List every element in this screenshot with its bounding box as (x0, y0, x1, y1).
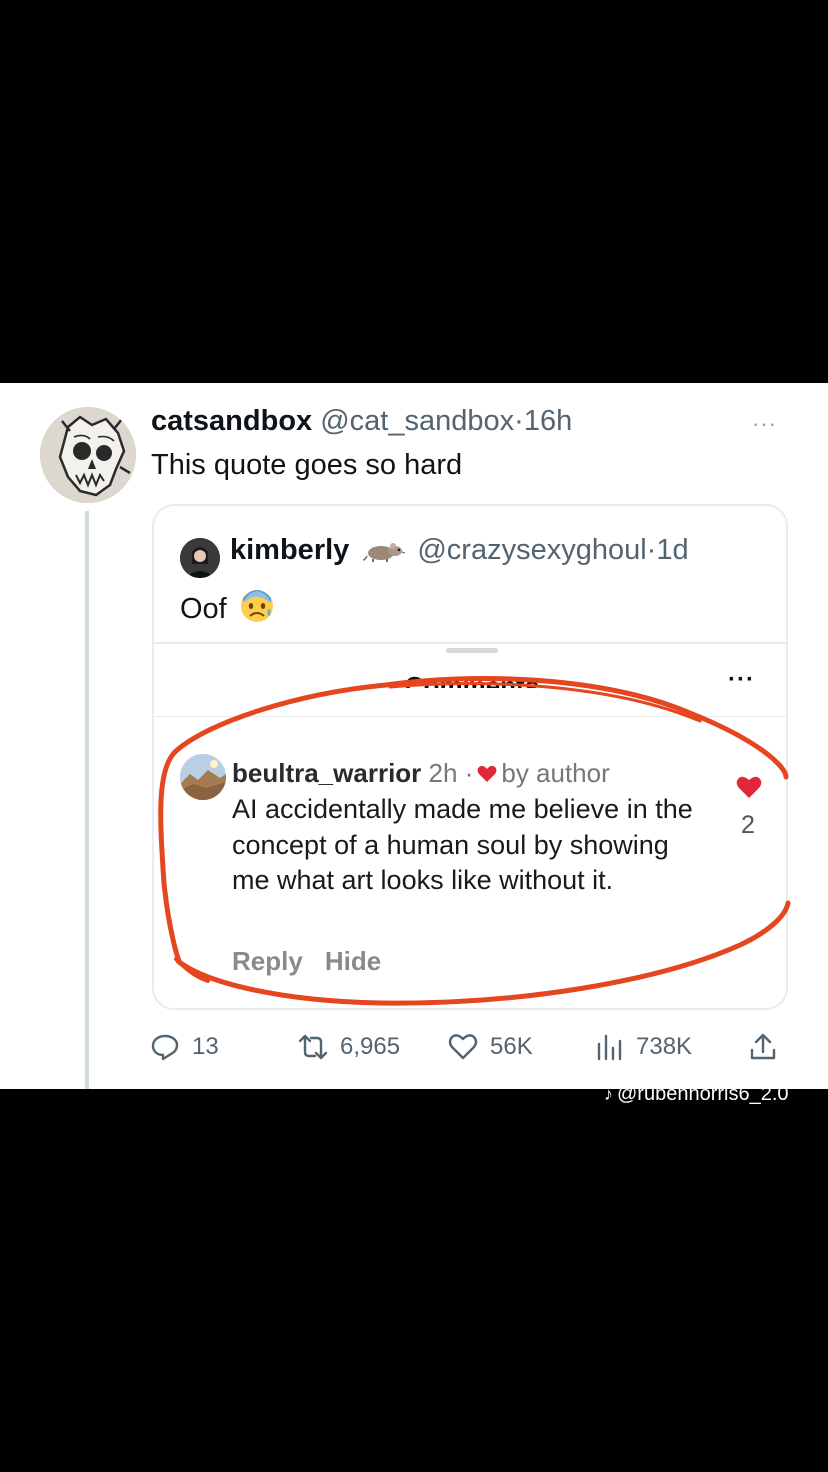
commenter-avatar (180, 754, 226, 800)
comment-like-count: 2 (741, 811, 755, 839)
quote-handle[interactable]: @crazysexyghoul (417, 534, 646, 566)
comment-reply-label: Reply (232, 946, 303, 976)
comment-hide-label: Hide (324, 946, 382, 976)
sheet-handle (446, 648, 498, 653)
rat-emoji-icon (363, 543, 406, 563)
quote-header: kimberly @crazysexyghoul·1d (230, 534, 689, 567)
reply-button[interactable]: 13 (150, 1029, 219, 1065)
anxious-face-emoji-icon (240, 590, 273, 622)
quote-display-name[interactable]: kimberly (230, 534, 349, 566)
timestamp[interactable]: 16h (524, 405, 572, 437)
comment-header: beultra_warrior 2h · by author (232, 758, 610, 789)
comments-more-icon: ··· (728, 666, 755, 693)
comment-username: beultra_warrior (232, 758, 422, 788)
top-black-bar (0, 0, 828, 383)
landscape-avatar-icon (180, 754, 226, 800)
like-count: 56K (490, 1033, 533, 1060)
more-options-icon[interactable]: ··· (752, 411, 777, 437)
person-avatar-icon (180, 538, 220, 578)
share-icon (750, 1033, 776, 1060)
reply-icon (151, 1034, 179, 1061)
handle[interactable]: @cat_sandbox (320, 405, 514, 437)
quote-avatar[interactable] (180, 538, 220, 578)
bottom-black-bar (0, 1089, 828, 1472)
avatar[interactable] (40, 407, 136, 503)
quote-timestamp[interactable]: 1d (656, 534, 688, 566)
comments-screenshot: Comments ··· beultra_warrior 2h · by auth… (154, 642, 786, 1008)
tweet-header: catsandbox @cat_sandbox·16h (151, 405, 572, 438)
quote-meta-separator: · (646, 534, 657, 566)
comment-body: AI accidentally made me believe in the c… (232, 794, 693, 895)
tiktok-logo-icon: ♪ (604, 1086, 613, 1104)
quote-text: Oof (180, 588, 275, 626)
comment-like-heart-icon (736, 776, 762, 798)
watermark-text: @rubennorris6_2.0 (617, 1086, 789, 1105)
repost-icon (298, 1034, 328, 1060)
meta-separator: · (514, 405, 524, 437)
heart-icon (477, 765, 497, 782)
comment-separator: · (464, 758, 474, 788)
views-count: 738K (636, 1033, 693, 1060)
comment-actions: Reply Hide (232, 946, 403, 977)
like-button[interactable]: 56K (448, 1029, 533, 1065)
display-name[interactable]: catsandbox (151, 405, 312, 437)
tweet-text: This quote goes so hard (151, 449, 463, 481)
reply-count: 13 (192, 1033, 219, 1060)
thread-line (85, 511, 89, 1089)
heart-outline-icon (448, 1034, 478, 1060)
tweet-card[interactable]: catsandbox @cat_sandbox·16h ··· This quo… (0, 383, 828, 1089)
repost-button[interactable]: 6,965 (298, 1029, 400, 1065)
quoted-tweet[interactable]: kimberly @crazysexyghoul·1d Oof Comments… (152, 504, 788, 1010)
by-author-badge: by author (501, 758, 610, 788)
repost-count: 6,965 (340, 1033, 401, 1060)
comments-title: Comments (404, 671, 540, 688)
comments-divider (154, 716, 786, 717)
views-button[interactable]: 738K (594, 1029, 692, 1065)
tiktok-watermark: ♪ @rubennorris6_2.0 (604, 1086, 789, 1106)
analytics-bars-icon (597, 1034, 622, 1061)
skull-avatar-icon (40, 407, 136, 503)
tweet-action-bar: 13 6,965 56K 738K (150, 1029, 790, 1065)
quote-text-body: Oof (180, 593, 227, 625)
share-button[interactable] (748, 1029, 778, 1065)
comment-time: 2h (428, 758, 458, 788)
